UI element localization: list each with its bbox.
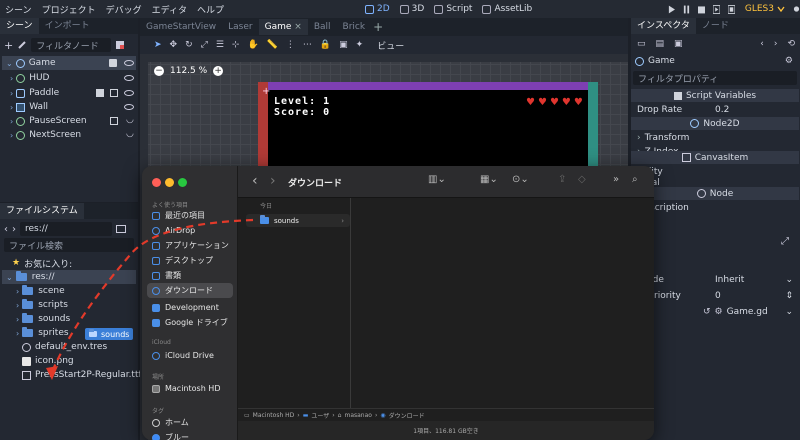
drag-arrow-path [50,218,254,373]
drag-arrow-head [46,366,58,380]
drag-arrow-overlay [46,218,254,380]
